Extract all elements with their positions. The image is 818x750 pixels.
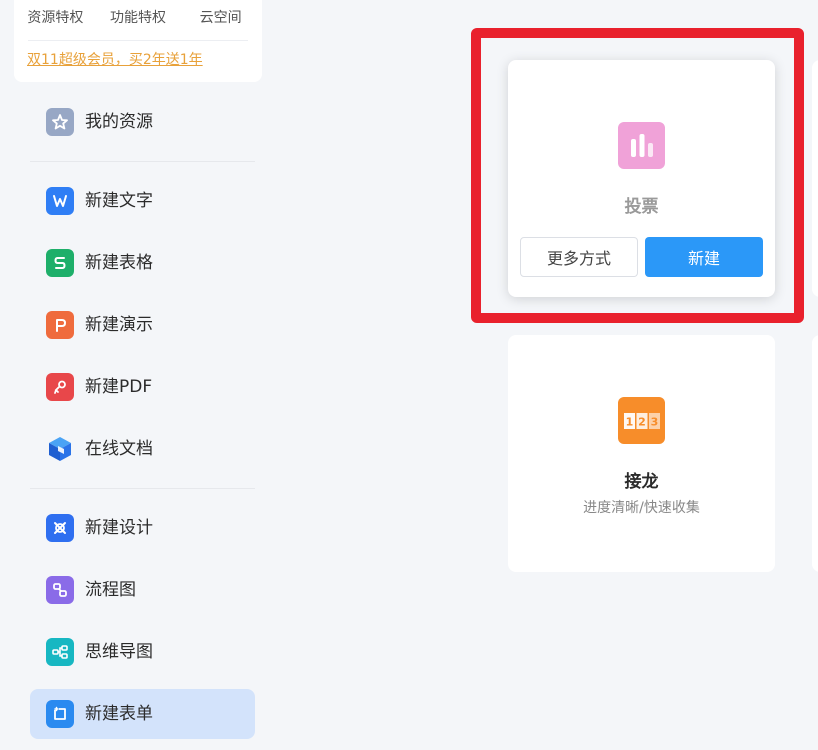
sidebar-item-my-resources[interactable]: 我的资源	[30, 97, 255, 147]
promo-divider	[28, 40, 248, 41]
card-subtitle: 进度清晰/快速收集	[583, 500, 700, 516]
sidebar-item-label: 新建文字	[85, 191, 153, 211]
promo-offer-link[interactable]: 双11超级会员，买2年送1年	[27, 49, 203, 69]
vip-promo-card: 资源特权 功能特权 云空间 双11超级会员，买2年送1年	[14, 0, 262, 82]
form-icon	[46, 700, 74, 728]
pdf-icon	[46, 373, 74, 401]
sidebar-item-new-form[interactable]: 新建表单	[30, 689, 255, 739]
digit-label: 2	[638, 415, 646, 428]
cube-icon	[46, 435, 74, 463]
p-slides-icon	[46, 311, 74, 339]
sidebar-item-label: 新建设计	[85, 518, 153, 538]
s-sheet-icon	[46, 249, 74, 277]
sidebar-divider	[30, 161, 255, 162]
partial-card-edge	[812, 60, 818, 297]
sidebar-item-label: 新建演示	[85, 315, 153, 335]
relay-card[interactable]: 1 2 3 接龙 进度清晰/快速收集	[508, 335, 775, 572]
mindmap-icon	[46, 638, 74, 666]
sidebar-item-new-text[interactable]: 新建文字	[30, 176, 255, 226]
sidebar-item-flowchart[interactable]: 流程图	[30, 565, 255, 615]
sidebar-item-online-doc[interactable]: 在线文档	[30, 424, 255, 474]
star-icon	[46, 108, 74, 136]
tab-cloud-space[interactable]: 云空间	[179, 8, 262, 28]
partial-card-edge	[812, 335, 818, 572]
sidebar-item-new-design[interactable]: 新建设计	[30, 503, 255, 553]
sidebar-item-new-pdf[interactable]: 新建PDF	[30, 362, 255, 412]
design-icon	[46, 514, 74, 542]
sidebar-item-mindmap[interactable]: 思维导图	[30, 627, 255, 677]
sidebar-item-label: 新建PDF	[85, 377, 153, 397]
sidebar-item-new-presentation[interactable]: 新建演示	[30, 300, 255, 350]
highlight-annotation-frame	[471, 28, 804, 323]
sidebar-divider	[30, 488, 255, 489]
w-doc-icon	[46, 187, 74, 215]
digit-label: 1	[625, 415, 633, 428]
card-title: 接龙	[624, 472, 659, 492]
digit-label: 3	[650, 415, 658, 428]
sidebar-item-label: 我的资源	[85, 112, 153, 132]
sidebar-item-label: 流程图	[85, 580, 136, 600]
sidebar-item-label: 在线文档	[85, 439, 153, 459]
sidebar-item-label: 新建表格	[85, 253, 153, 273]
tab-feature-privileges[interactable]: 功能特权	[97, 8, 180, 28]
promo-tabs: 资源特权 功能特权 云空间	[14, 8, 262, 28]
flowchart-icon	[46, 576, 74, 604]
tab-resource-privileges[interactable]: 资源特权	[14, 8, 97, 28]
sidebar-item-label: 思维导图	[85, 642, 153, 662]
number-123-icon: 1 2 3	[618, 397, 665, 444]
sidebar-item-label: 新建表单	[85, 704, 153, 724]
sidebar-item-new-sheet[interactable]: 新建表格	[30, 238, 255, 288]
